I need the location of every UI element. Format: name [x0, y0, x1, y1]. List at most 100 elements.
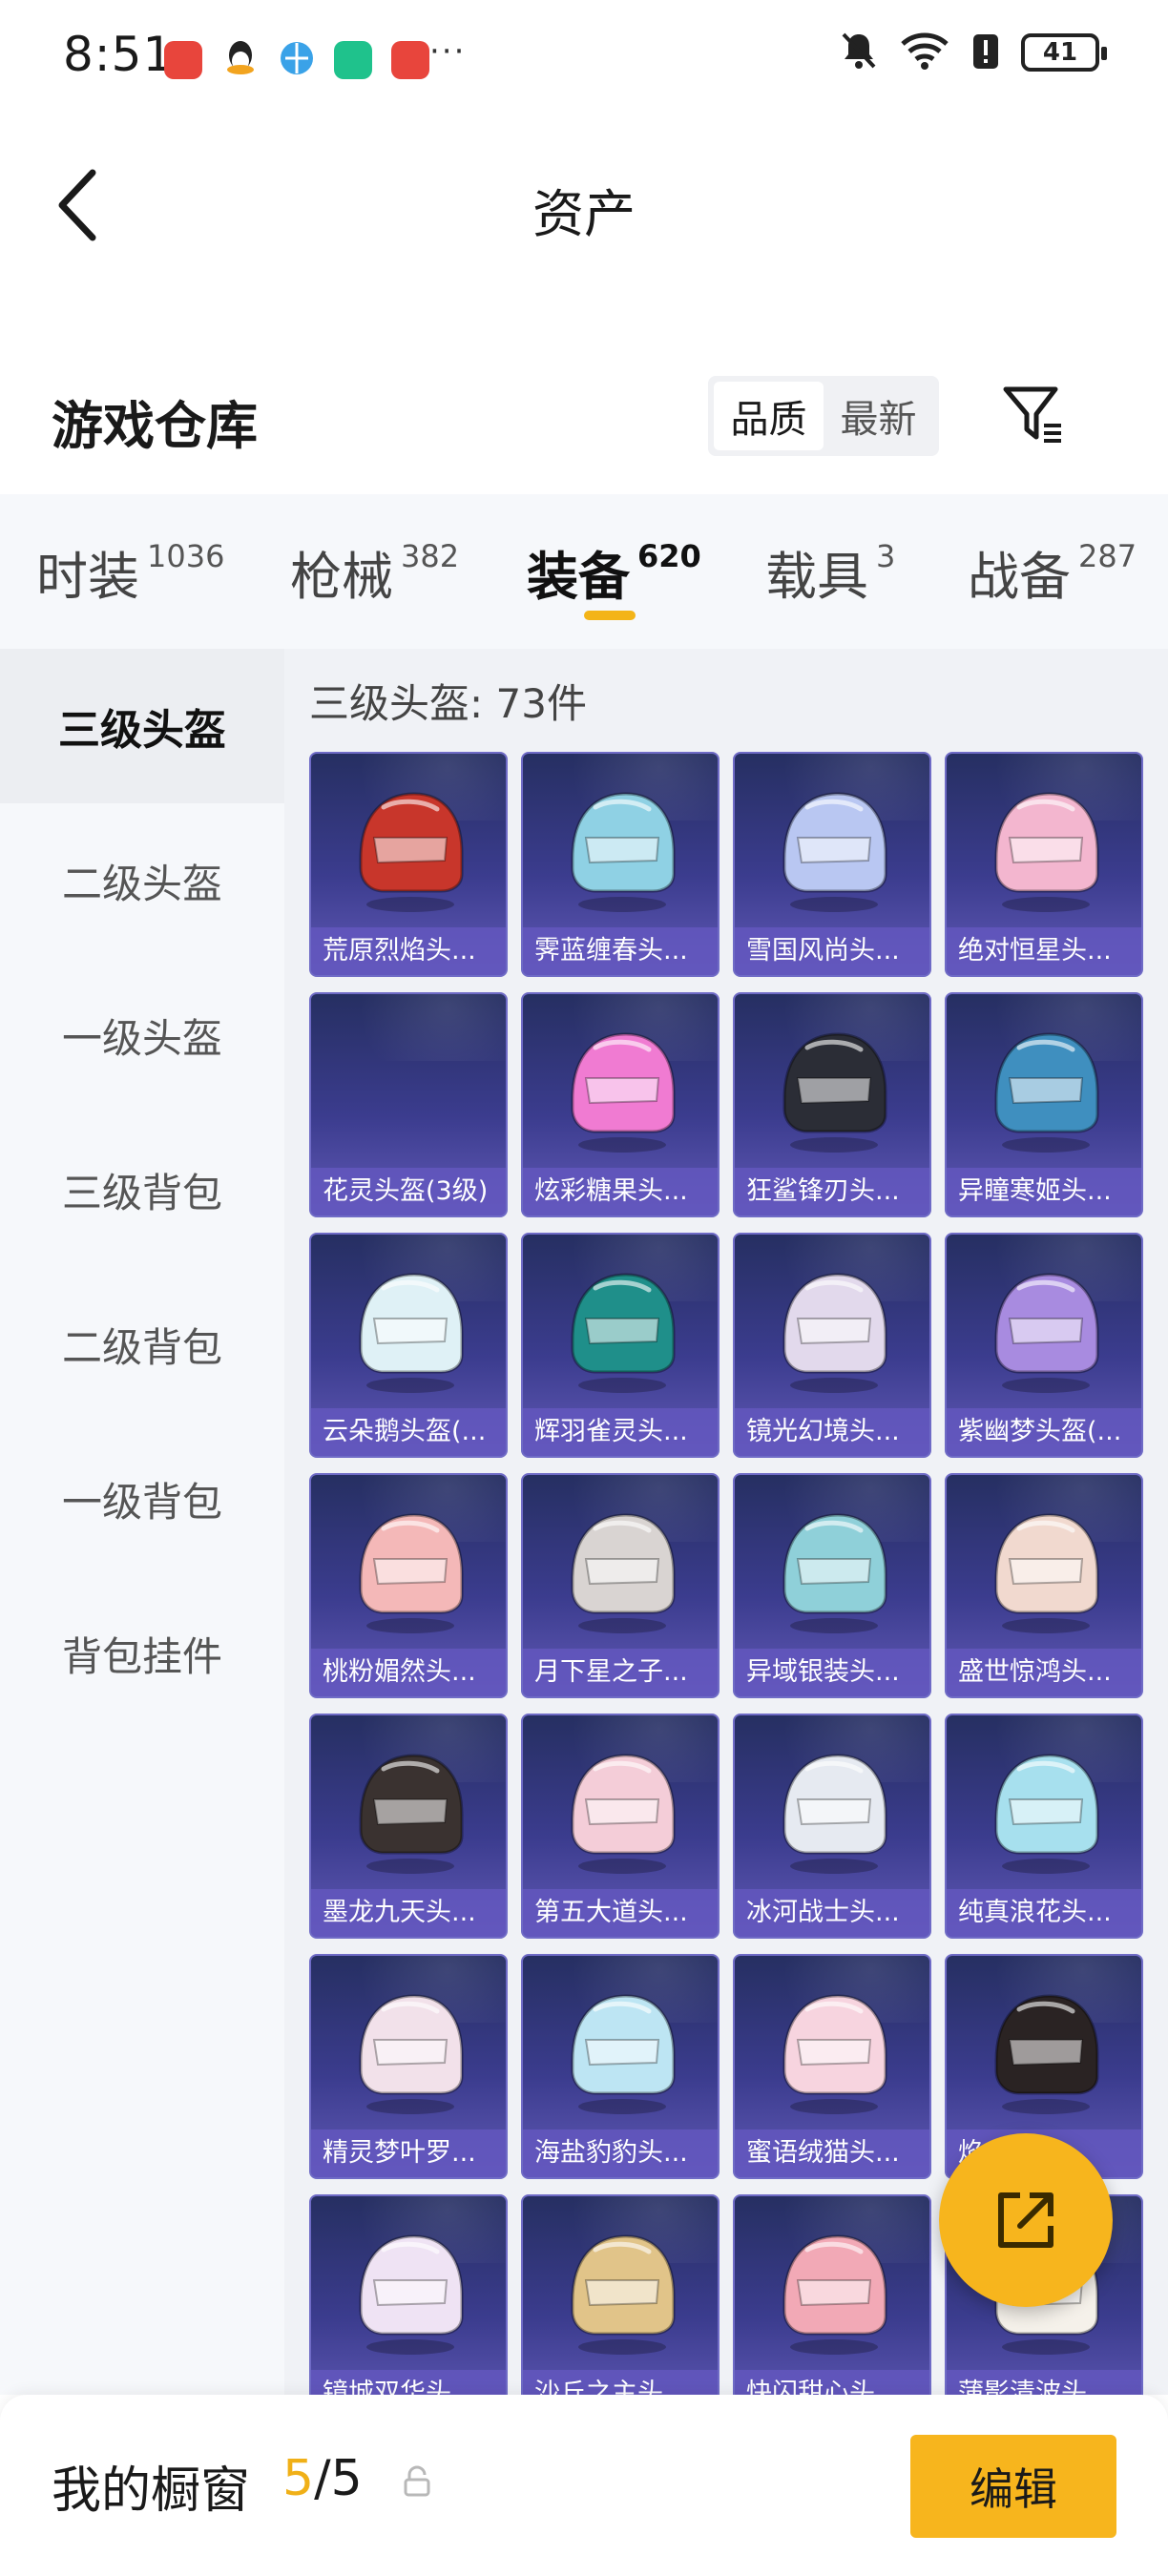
item-card[interactable]: 墨龙九天头... [309, 1714, 508, 1939]
item-card[interactable]: 荒原烈焰头... [309, 752, 508, 977]
share-icon [998, 2192, 1053, 2248]
item-card[interactable]: 紫幽梦头盔(... [945, 1233, 1143, 1458]
item-card[interactable]: 桃粉媚然头... [309, 1473, 508, 1698]
showcase-count: 5/5 [282, 2450, 363, 2507]
item-card[interactable]: 辉羽雀灵头... [521, 1233, 720, 1458]
tab-vehicles[interactable]: 载具 3 [765, 534, 895, 610]
browser-icon [279, 40, 315, 80]
item-card[interactable]: 沙丘之主头... [521, 2194, 720, 2420]
sidebar-item-level2-helmet[interactable]: 二级头盔 [0, 803, 284, 958]
item-card[interactable]: 绝对恒星头... [945, 752, 1143, 977]
helmet-icon [345, 1257, 475, 1402]
page-title: 资产 [532, 184, 636, 244]
item-card[interactable]: 第五大道头... [521, 1714, 720, 1939]
helmet-icon [345, 777, 475, 922]
sidebar-item-level1-helmet[interactable]: 一级头盔 [0, 958, 284, 1112]
item-card[interactable]: 霁蓝缠春头... [521, 752, 720, 977]
item-name: 云朵鹅头盔(... [311, 1408, 506, 1456]
item-name: 辉羽雀灵头... [523, 1408, 718, 1456]
tab-combat-gear[interactable]: 战备 287 [968, 534, 1137, 610]
security-icon [334, 41, 372, 79]
helmet-icon [769, 1979, 899, 2124]
item-card[interactable]: 海盐豹豹头... [521, 1954, 720, 2179]
tab-fashion[interactable]: 时装 1036 [36, 534, 224, 610]
system-indicators: 41 [840, 31, 1107, 74]
tab-firearms[interactable]: 枪械 382 [290, 534, 459, 610]
helmet-icon [981, 1017, 1111, 1162]
item-name: 雪国风尚头... [735, 927, 929, 975]
item-name: 精灵梦叶罗... [311, 2129, 506, 2177]
item-card[interactable]: 纯真浪花头... [945, 1714, 1143, 1939]
sidebar-item-level3-helmet[interactable]: 三级头盔 [0, 649, 284, 803]
section-title: 游戏仓库 [52, 396, 258, 456]
helmet-icon [557, 1498, 687, 1643]
item-card[interactable]: 镜光幻境头... [733, 1233, 931, 1458]
item-card[interactable]: 异域银装头... [733, 1473, 931, 1698]
item-card[interactable]: 镜城双华头... [309, 2194, 508, 2420]
sidebar-item-backpack-charm[interactable]: 背包挂件 [0, 1576, 284, 1731]
item-card[interactable]: 狂鲨锋刃头... [733, 992, 931, 1217]
alert-icon [971, 31, 1000, 74]
tab-label: 载具 [765, 547, 868, 607]
item-name: 紫幽梦头盔(... [947, 1408, 1141, 1456]
more-notifications-icon: ··· [429, 32, 467, 71]
item-name: 狂鲨锋刃头... [735, 1168, 929, 1215]
item-name: 桃粉媚然头... [311, 1649, 506, 1696]
item-name: 花灵头盔(3级) [311, 1168, 506, 1215]
helmet-icon [981, 1498, 1111, 1643]
battery-indicator: 41 [1021, 33, 1107, 72]
sidebar-item-level1-backpack[interactable]: 一级背包 [0, 1422, 284, 1576]
helmet-icon [981, 777, 1111, 922]
helmet-icon [345, 2219, 475, 2364]
helmet-icon [345, 1738, 475, 1883]
item-card[interactable]: 快闪甜心头... [733, 2194, 931, 2420]
item-card[interactable]: 冰河战士头... [733, 1714, 931, 1939]
item-card[interactable]: 云朵鹅头盔(... [309, 1233, 508, 1458]
helmet-icon [981, 1257, 1111, 1402]
helmet-icon [769, 1738, 899, 1883]
helmet-icon [557, 1738, 687, 1883]
edit-button[interactable]: 编辑 [910, 2435, 1116, 2538]
helmet-icon [557, 777, 687, 922]
mute-icon [840, 31, 878, 74]
item-name: 异域银装头... [735, 1649, 929, 1696]
item-card[interactable]: 盛世惊鸿头... [945, 1473, 1143, 1698]
helmet-icon [981, 1738, 1111, 1883]
item-card[interactable]: 异瞳寒姬头... [945, 992, 1143, 1217]
helmet-icon [557, 2219, 687, 2364]
item-card[interactable]: 蜜语绒猫头... [733, 1954, 931, 2179]
tab-equipment[interactable]: 装备 620 [527, 534, 701, 610]
sort-toggle: 品质 最新 [708, 376, 939, 456]
status-bar: 8:51 ··· 41 [0, 0, 1168, 114]
sort-by-quality[interactable]: 品质 [714, 382, 824, 450]
item-name: 异瞳寒姬头... [947, 1168, 1141, 1215]
tab-count: 382 [401, 538, 460, 574]
helmet-icon [557, 1017, 687, 1162]
item-card[interactable]: 雪国风尚头... [733, 752, 931, 977]
huawei-app-icon [164, 41, 202, 79]
item-name: 蜜语绒猫头... [735, 2129, 929, 2177]
category-sidebar: 三级头盔 二级头盔 一级头盔 三级背包 二级背包 一级背包 背包挂件 [0, 649, 284, 2395]
sort-by-newest[interactable]: 最新 [824, 382, 933, 450]
helmet-icon [981, 1979, 1111, 2124]
tab-count: 1036 [147, 538, 225, 574]
showcase-label: 我的橱窗 [52, 2462, 251, 2520]
item-card[interactable]: 精灵梦叶罗... [309, 1954, 508, 2179]
helmet-icon [769, 777, 899, 922]
sidebar-item-level3-backpack[interactable]: 三级背包 [0, 1112, 284, 1267]
item-name: 荒原烈焰头... [311, 927, 506, 975]
helmet-icon [769, 2219, 899, 2364]
item-name: 纯真浪花头... [947, 1889, 1141, 1937]
filter-icon [1003, 386, 1061, 443]
item-name: 海盐豹豹头... [523, 2129, 718, 2177]
share-button[interactable] [939, 2133, 1113, 2307]
item-card[interactable]: 炫彩糖果头... [521, 992, 720, 1217]
active-tab-indicator [584, 611, 636, 620]
sidebar-item-level2-backpack[interactable]: 二级背包 [0, 1267, 284, 1422]
filter-button[interactable] [998, 380, 1069, 450]
item-card[interactable]: 月下星之子... [521, 1473, 720, 1698]
item-name: 绝对恒星头... [947, 927, 1141, 975]
item-card[interactable]: 花灵头盔(3级) [309, 992, 508, 1217]
tab-label: 装备 [527, 547, 630, 607]
huawei-app-icon [391, 41, 429, 79]
